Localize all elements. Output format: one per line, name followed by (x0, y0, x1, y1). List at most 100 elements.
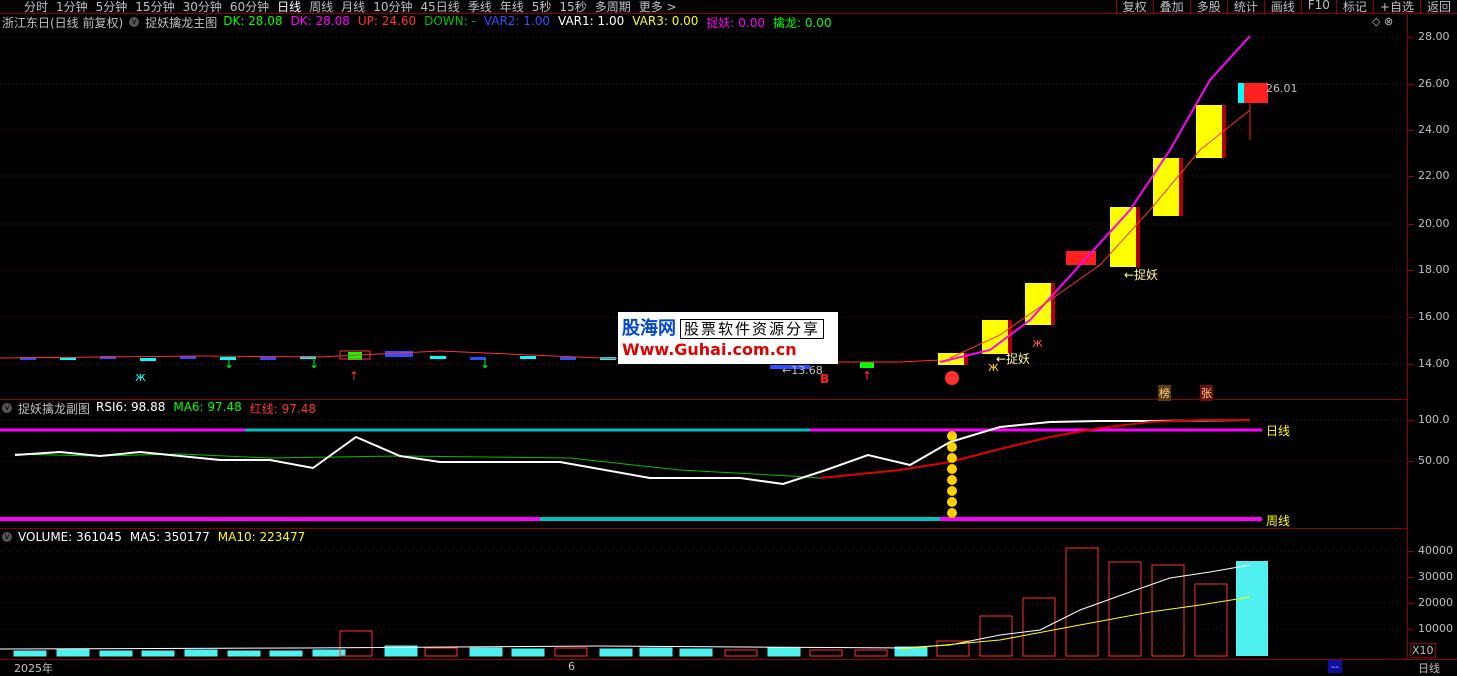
candle (560, 357, 576, 360)
down-arrow-icon: ↓ (309, 357, 319, 371)
y-axis-tick (1408, 37, 1414, 38)
y-axis-label: 22.00 (1418, 169, 1450, 182)
volume-bar (599, 648, 633, 657)
watermark-brand: 股海网 (622, 318, 676, 339)
y-axis-tick (1408, 84, 1414, 85)
volume-bar (227, 650, 261, 657)
watermark-url: Www.Guhai.com.cn (622, 340, 797, 359)
coin-icon (947, 475, 957, 485)
volume-bar (1022, 597, 1056, 657)
candle (520, 356, 536, 359)
volume-bar (1065, 547, 1099, 657)
dk-line (939, 35, 1251, 363)
y-axis-tick (1408, 603, 1414, 604)
y-axis-tick (1408, 551, 1414, 552)
signal-icon (945, 371, 959, 385)
low-price-label: ←13.68 (782, 364, 823, 377)
y-axis-tick (1408, 629, 1414, 630)
y-axis-label: 50.00 (1418, 454, 1450, 467)
volume-bar (854, 649, 888, 657)
candle-shadow (1051, 283, 1055, 325)
y-axis-label: 16.00 (1418, 310, 1450, 323)
buy-signal-label: B (820, 372, 830, 386)
rising-candle (1025, 283, 1051, 325)
volume-bar (424, 647, 458, 657)
y-axis-tick (1408, 461, 1414, 462)
ma5-volume-line (0, 564, 1251, 650)
catch-label-2: ←捉妖 (1124, 268, 1159, 282)
y-axis-tick (1408, 420, 1414, 421)
coin-icon (947, 497, 957, 507)
candle-shadow (1179, 158, 1183, 216)
y-axis-label: 28.00 (1418, 30, 1450, 43)
y-axis-tick (1408, 270, 1414, 271)
ma6-line (14, 453, 821, 479)
y-axis-label: 100.0 (1418, 413, 1450, 426)
candle (260, 357, 276, 360)
rising-candle (1153, 158, 1179, 216)
volume-bar (554, 647, 588, 657)
volume-bar (511, 648, 545, 657)
coin-icon (947, 508, 957, 518)
y-axis-label: 14.00 (1418, 357, 1450, 370)
weekly-line-label: 周线 (1266, 514, 1291, 528)
volume-bar (13, 650, 47, 657)
y-axis-tick (1408, 130, 1414, 131)
volume-bar (141, 650, 175, 657)
volume-bar (724, 649, 758, 657)
volume-bar (469, 647, 503, 657)
down-arrow-icon: ↓ (224, 357, 234, 371)
coin-icon (947, 431, 957, 441)
coin-icon (947, 486, 957, 496)
watermark: 股海网 股票软件资源分享 Www.Guhai.com.cn (618, 312, 838, 364)
y-axis-label: 30000 (1418, 570, 1453, 583)
month-label: 6 (568, 660, 575, 673)
scroll-button[interactable]: -- (1328, 660, 1342, 673)
candle-edge (1238, 83, 1244, 103)
toolbar-button[interactable]: 返回 (1419, 0, 1457, 15)
y-axis-tick (1408, 364, 1414, 365)
candle (140, 358, 156, 361)
down-arrow-icon: ↓ (480, 357, 490, 371)
y-axis-label: 24.00 (1418, 123, 1450, 136)
high-price-label: 26.01 (1266, 82, 1298, 95)
volume-bar (679, 648, 713, 657)
volume-bar (184, 649, 218, 657)
y-axis-tick (1408, 317, 1414, 318)
y-axis-label: 20000 (1418, 596, 1453, 609)
time-axis: 2025年 6 -- 日线 (0, 659, 1457, 675)
coin-icon (947, 464, 957, 474)
candle (860, 362, 874, 368)
up-arrow-icon: ↑ (862, 369, 872, 383)
volume-bar (269, 650, 303, 657)
y-axis-tick (1408, 577, 1414, 578)
volume-unit-label: X10 (1410, 643, 1436, 658)
coin-icon (947, 442, 957, 452)
candle (430, 356, 446, 359)
rising-candle (1110, 207, 1136, 267)
volume-bar (56, 648, 90, 657)
y-axis-label: 40000 (1418, 544, 1453, 557)
volume-bar (767, 647, 801, 657)
daily-line-label: 日线 (1266, 424, 1291, 438)
y-axis-label: 10000 (1418, 622, 1453, 635)
butterfly-icon: ж (135, 370, 146, 384)
volume-bar (809, 649, 843, 657)
volume-bar (99, 650, 133, 657)
y-axis-tick (1408, 176, 1414, 177)
volume-bar (639, 647, 673, 657)
volume-bar (1194, 583, 1228, 657)
volume-bar (1236, 561, 1268, 656)
watermark-slogan: 股票软件资源分享 (680, 319, 825, 339)
price-axis (1407, 14, 1408, 659)
catch-label-1: ←捉妖 (996, 352, 1031, 366)
tag-bang: 榜 (1158, 385, 1171, 401)
butterfly-icon: ж (1032, 336, 1043, 350)
y-axis-tick (1408, 224, 1414, 225)
y-axis-label: 26.00 (1418, 77, 1450, 90)
up-arrow-icon: ↑ (349, 369, 359, 383)
tag-zhang: 张 (1200, 385, 1213, 401)
coin-icon (947, 453, 957, 463)
volume-bar (1108, 561, 1142, 657)
candle-shadow (1136, 207, 1140, 267)
